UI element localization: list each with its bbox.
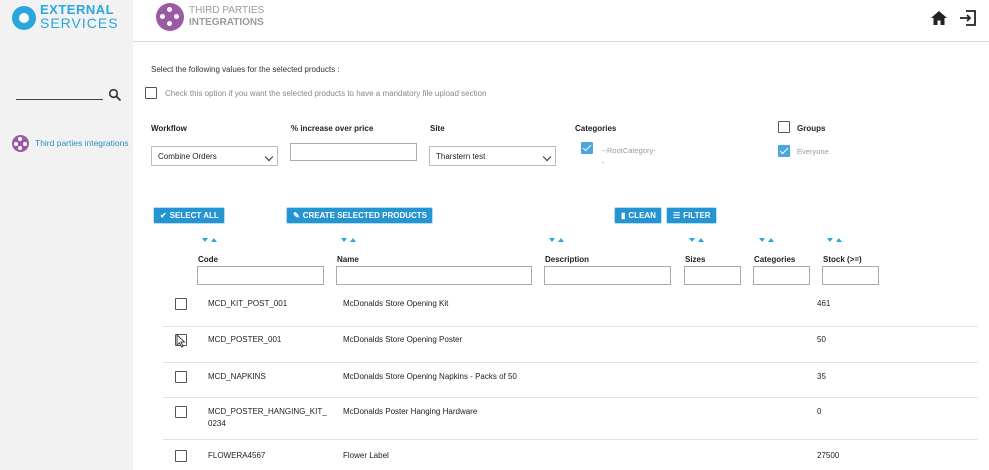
column-header-name: Name: [337, 255, 359, 264]
filter-icon: ☰: [673, 211, 681, 220]
workflow-label: Workflow: [151, 124, 187, 133]
select-all-label: SELECT ALL: [169, 211, 219, 220]
sidebar-search-input[interactable]: [16, 99, 103, 100]
module-title-line1: THIRD PARTIES: [189, 5, 265, 16]
groups-label: Groups: [797, 124, 826, 133]
chevron-down-icon: [542, 152, 552, 162]
group-everyone-label: Everyone: [797, 147, 829, 156]
clean-button[interactable]: ▮ CLEAN: [615, 208, 661, 223]
column-header-sizes: Sizes: [685, 255, 706, 264]
chevron-down-icon: [264, 152, 274, 162]
row-name: McDonalds Store Opening Kit: [343, 299, 449, 308]
integration-module-icon: [156, 3, 184, 31]
row-code: MCD_NAPKINS: [208, 372, 266, 381]
sort-categories-icon[interactable]: [758, 238, 778, 246]
external-services-logo-icon: [12, 6, 36, 30]
row-stock: 50: [817, 335, 826, 344]
row-name: McDonalds Store Opening Poster: [343, 335, 463, 344]
pencil-icon: ✎: [293, 211, 300, 220]
row-name: McDonalds Store Opening Napkins - Packs …: [343, 372, 517, 381]
row-code: MCD_POSTER_HANGING_KIT_: [208, 407, 327, 416]
table-row[interactable]: MCD_POSTER_HANGING_KIT_ 0234 McDonalds P…: [163, 398, 978, 440]
filter-button[interactable]: ☰ FILTER: [667, 208, 716, 223]
row-code: FLOWERA4567: [208, 451, 266, 460]
row-stock: 35: [817, 372, 826, 381]
mandatory-upload-checkbox[interactable]: [145, 87, 157, 99]
row-stock: 27500: [817, 451, 840, 460]
brand-area[interactable]: EXTERNAL SERVICES: [0, 0, 133, 42]
site-select-value: Tharstern test: [436, 152, 486, 161]
filter-description-input[interactable]: [544, 266, 671, 285]
category-root-checkbox[interactable]: [581, 142, 593, 154]
sidebar-item-label: Third parties integrations: [35, 138, 129, 148]
row-name: McDonalds Poster Hanging Hardware: [343, 407, 478, 416]
integration-icon: [12, 135, 29, 152]
mandatory-upload-label: Check this option if you want the select…: [165, 89, 487, 98]
module-title-line2: INTEGRATIONS: [189, 17, 264, 28]
column-header-code: Code: [198, 255, 218, 264]
workflow-select-value: Combine Orders: [158, 152, 217, 161]
sort-sizes-icon[interactable]: [688, 238, 708, 246]
category-root-label-extra: -: [602, 158, 605, 167]
site-label: Site: [430, 124, 445, 133]
column-header-categories: Categories: [754, 255, 796, 264]
table-row[interactable]: MCD_POSTER_001 McDonalds Store Opening P…: [163, 327, 978, 363]
filter-categories-input[interactable]: [753, 266, 810, 285]
sort-name-icon[interactable]: [340, 238, 360, 246]
category-root-label: --RootCategory-: [602, 146, 656, 155]
row-name: Flower Label: [343, 451, 389, 460]
logout-icon[interactable]: [958, 8, 978, 28]
row-checkbox[interactable]: [175, 371, 187, 383]
increase-label: % increase over price: [291, 124, 374, 133]
sort-description-icon[interactable]: [548, 238, 568, 246]
filter-sizes-input[interactable]: [684, 266, 741, 285]
clean-label: CLEAN: [628, 211, 656, 220]
column-header-stock: Stock (>=): [823, 255, 862, 264]
app-header: EXTERNAL SERVICES THIRD PARTIES INTEGRAT…: [0, 0, 989, 42]
filter-name-input[interactable]: [336, 266, 532, 285]
instruction-text: Select the following values for the sele…: [151, 65, 340, 74]
table-row[interactable]: FLOWERA4567 Flower Label 27500: [163, 440, 978, 470]
filter-label: FILTER: [683, 211, 711, 220]
sort-stock-icon[interactable]: [826, 238, 846, 246]
table-row[interactable]: MCD_NAPKINS McDonalds Store Opening Napk…: [163, 363, 978, 398]
create-selected-products-button[interactable]: ✎ CREATE SELECTED PRODUCTS: [287, 208, 433, 223]
check-circle-icon: ✔: [160, 211, 167, 220]
select-all-button[interactable]: ✔ SELECT ALL: [154, 208, 224, 223]
row-code: MCD_KIT_POST_001: [208, 299, 288, 308]
increase-price-input[interactable]: [290, 143, 417, 161]
main-content: Select the following values for the sele…: [133, 42, 989, 470]
row-code-continued: 0234: [208, 419, 226, 428]
workflow-select[interactable]: Combine Orders: [151, 146, 278, 166]
groups-checkbox[interactable]: [778, 121, 790, 133]
site-select[interactable]: Tharstern test: [429, 146, 556, 166]
search-icon[interactable]: [108, 88, 122, 102]
create-selected-label: CREATE SELECTED PRODUCTS: [302, 211, 428, 220]
row-code: MCD_POSTER_001: [208, 335, 282, 344]
mouse-pointer-icon: [176, 334, 186, 348]
filter-stock-input[interactable]: [822, 266, 879, 285]
eraser-icon: ▮: [621, 211, 626, 220]
home-icon[interactable]: [930, 9, 948, 27]
sidebar-item-third-parties-integrations[interactable]: Third parties integrations: [10, 135, 133, 153]
sort-code-icon[interactable]: [201, 238, 221, 246]
categories-label: Categories: [575, 124, 617, 133]
row-checkbox[interactable]: [175, 450, 187, 462]
table-row[interactable]: MCD_KIT_POST_001 McDonalds Store Opening…: [163, 285, 978, 327]
brand-title-line2: SERVICES: [40, 15, 119, 31]
group-everyone-checkbox[interactable]: [778, 145, 790, 157]
row-checkbox[interactable]: [175, 298, 187, 310]
column-header-description: Description: [545, 255, 590, 264]
sidebar: Third parties integrations: [0, 42, 133, 470]
row-checkbox[interactable]: [175, 406, 187, 418]
row-stock: 461: [817, 299, 831, 308]
row-stock: 0: [817, 407, 822, 416]
filter-code-input[interactable]: [197, 266, 324, 285]
